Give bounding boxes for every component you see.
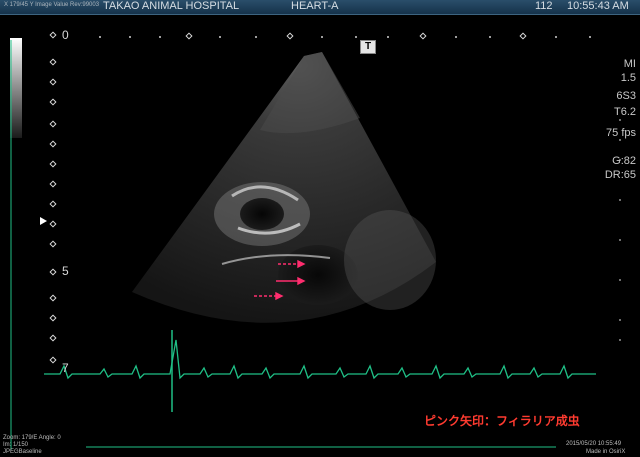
param-gain: G:82 [612, 155, 636, 167]
depth-scale [49, 31, 57, 364]
param-frequency: T6.2 [613, 106, 636, 118]
param-mi-value: 1.5 [620, 72, 636, 84]
param-frame-rate: 75 fps [606, 127, 636, 139]
footer-made-in: Made in OsiriX [586, 449, 626, 455]
lateral-scale [99, 36, 591, 38]
annotation-note: ピンク矢印：フィラリア成虫 [424, 414, 580, 428]
near-field [260, 52, 360, 134]
depth-label-bottom: 7 [62, 361, 69, 375]
footer-zoom: Zoom: 179/E Angle: 0 [3, 435, 61, 441]
footer-codec: JPEGBaseline [3, 449, 42, 455]
focus-marker-icon [40, 217, 47, 225]
right-scale [619, 119, 621, 341]
transducer-orientation-icon: T [360, 40, 376, 54]
ultrasound-image [10, 31, 621, 450]
footer-image-index: Im: 1/150 [3, 442, 29, 448]
ecg-trace [44, 339, 596, 380]
grayscale-bar [10, 38, 22, 138]
param-probe: 6S3 [616, 90, 636, 102]
myocardium [344, 210, 436, 310]
depth-label-mid: 5 [62, 264, 69, 278]
param-dynamic-range: DR:65 [604, 169, 636, 181]
footer-date: 2015/05/20 10:55:49 [566, 441, 622, 447]
depth-label-top: 0 [62, 28, 69, 42]
param-mi-label: MI [623, 58, 636, 70]
aortic-cavity [240, 198, 284, 230]
